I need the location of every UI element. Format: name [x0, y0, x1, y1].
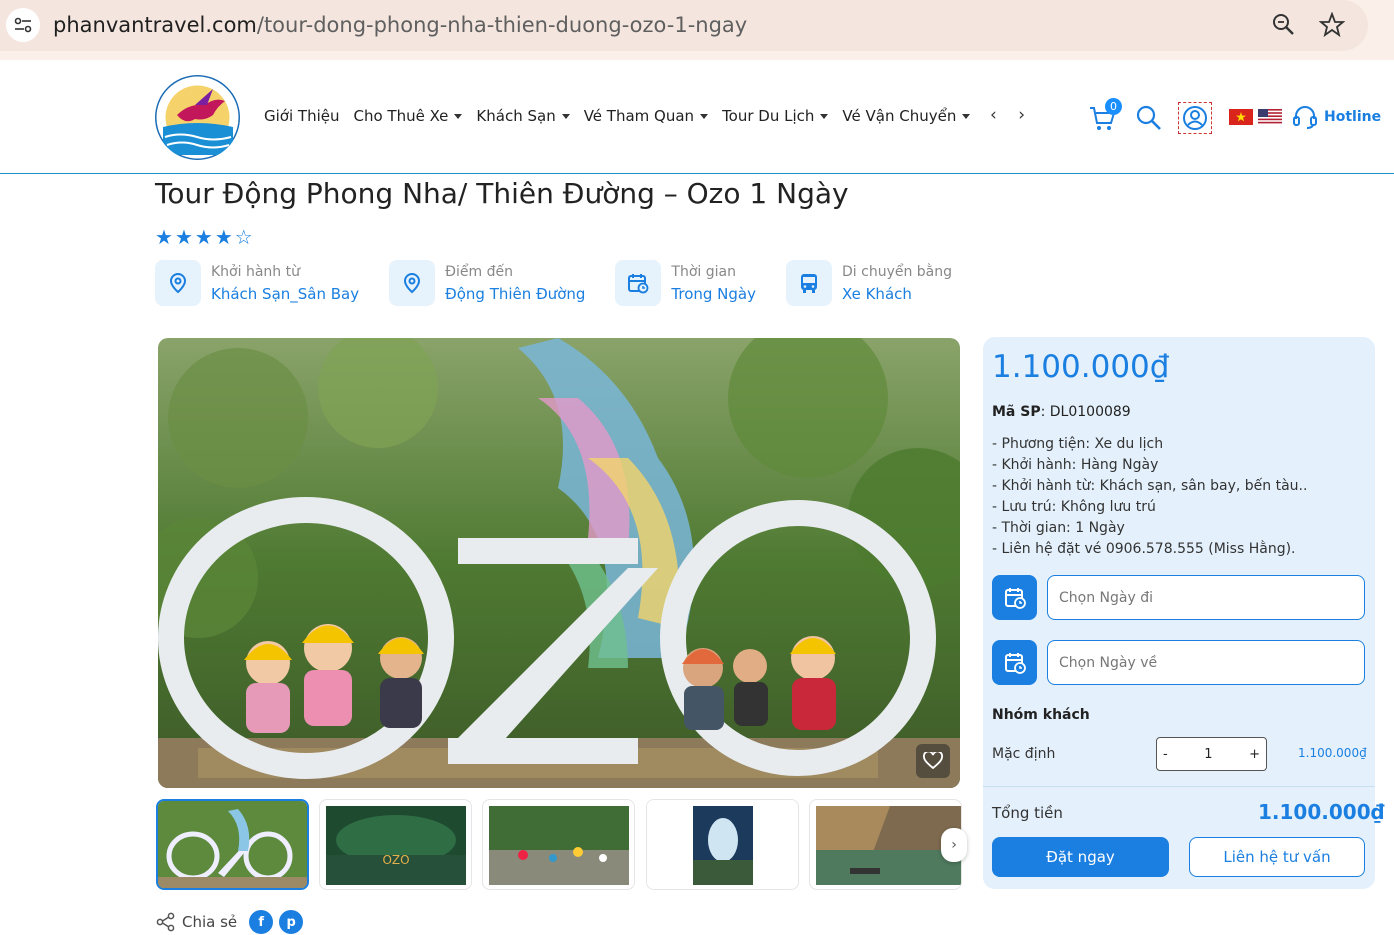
calendar-icon[interactable] — [992, 575, 1037, 620]
book-now-button[interactable]: Đặt ngay — [992, 837, 1169, 877]
guest-unit-price: 1.100.000₫ — [1298, 746, 1367, 760]
headset-icon — [1293, 106, 1317, 129]
quantity-stepper: - 1 + — [1156, 737, 1267, 771]
bookmark-star-icon[interactable] — [1319, 12, 1345, 38]
page-title: Tour Động Phong Nha/ Thiên Đường – Ozo 1… — [155, 177, 849, 210]
increment-button[interactable]: + — [1249, 747, 1260, 762]
info-departure: Khởi hành từ Khách Sạn_Sân Bay — [155, 260, 359, 306]
us-flag-icon[interactable] — [1258, 109, 1282, 125]
feature-item: - Liên hệ đặt vé 0906.578.555 (Miss Hằng… — [992, 541, 1296, 557]
caret-down-icon — [820, 113, 829, 119]
guest-group-title: Nhóm khách — [992, 707, 1090, 723]
info-value: Xe Khách — [842, 284, 912, 303]
caret-down-icon — [962, 113, 971, 119]
tour-price: 1.100.000₫ — [992, 349, 1170, 385]
nav-scroll-arrows[interactable]: ‹ › — [990, 105, 1033, 125]
calendar-clock-icon — [615, 260, 662, 306]
nav-item-ve-van-chuyen[interactable]: Vé Vận Chuyển — [842, 107, 971, 125]
info-destination: Điểm đến Động Thiên Đường — [389, 260, 585, 306]
quantity-value[interactable]: 1 — [1204, 747, 1212, 762]
caret-down-icon — [700, 113, 709, 119]
svg-text:OZO: OZO — [382, 853, 409, 867]
thumbnail-cave-water[interactable]: OZO — [319, 799, 472, 890]
zoom-icon[interactable] — [1271, 12, 1297, 38]
main-nav: Giới Thiệu Cho Thuê Xe Khách Sạn Vé Tham… — [264, 107, 984, 125]
star-filled-icon: ★ — [194, 225, 213, 249]
share-icon — [156, 912, 175, 932]
guest-type-label: Mặc định — [992, 746, 1056, 762]
nav-item-ve-tham-quan[interactable]: Vé Tham Quan — [584, 107, 709, 125]
info-value: Trong Ngày — [671, 284, 756, 303]
product-code: Mã SP: DL0100089 — [992, 404, 1131, 420]
user-icon — [1183, 106, 1207, 130]
site-settings-icon[interactable] — [6, 8, 40, 42]
thumbnail-river-boat[interactable] — [809, 799, 962, 890]
info-transport: Di chuyển bằng Xe Khách — [786, 260, 952, 306]
facebook-icon[interactable]: f — [249, 910, 274, 934]
feature-item: - Khởi hành từ: Khách sạn, sân bay, bến … — [992, 478, 1308, 494]
info-label: Điểm đến — [445, 263, 513, 280]
feature-item: - Thời gian: 1 Ngày — [992, 520, 1125, 536]
feature-list: - Phương tiện: Xe du lịch - Khởi hành: H… — [992, 434, 1307, 560]
star-filled-icon: ★ — [174, 225, 193, 249]
share-bar: Chia sẻ f p — [156, 910, 304, 934]
url-text[interactable]: phanvantravel.com/tour-dong-phong-nha-th… — [53, 13, 747, 37]
caret-down-icon — [454, 113, 463, 119]
feature-item: - Lưu trú: Không lưu trú — [992, 499, 1156, 515]
location-pin-icon — [389, 260, 436, 306]
vietnam-flag-icon[interactable] — [1229, 109, 1253, 125]
product-code-value: : DL0100089 — [1040, 404, 1131, 420]
address-bar[interactable]: phanvantravel.com/tour-dong-phong-nha-th… — [0, 0, 1368, 51]
info-value: Động Thiên Đường — [445, 284, 586, 303]
thumbnail-next-button[interactable]: › — [941, 828, 967, 862]
hotline-label: Hotline — [1324, 109, 1382, 125]
star-empty-icon: ☆ — [234, 225, 253, 249]
main-tour-photo[interactable] — [158, 338, 960, 788]
thumbnail-strip: OZO — [156, 799, 962, 890]
star-filled-icon: ★ — [155, 225, 173, 249]
browser-toolbar: phanvantravel.com/tour-dong-phong-nha-th… — [0, 0, 1394, 60]
contact-advice-button[interactable]: Liên hệ tư vấn — [1189, 837, 1365, 877]
product-code-label: Mã SP — [992, 404, 1041, 420]
pinterest-icon[interactable]: p — [279, 910, 304, 934]
departure-date-input[interactable] — [1047, 575, 1365, 620]
info-label: Khởi hành từ — [211, 263, 300, 280]
nav-item-cho-thue-xe[interactable]: Cho Thuê Xe — [353, 107, 463, 125]
panel-divider — [983, 786, 1375, 787]
star-filled-icon: ★ — [214, 225, 233, 249]
favorite-button[interactable] — [916, 744, 950, 778]
heart-icon — [923, 752, 943, 770]
company-logo[interactable] — [155, 75, 240, 160]
location-pin-icon — [155, 260, 201, 306]
rating-stars: ★ ★ ★ ★ ☆ — [155, 225, 253, 249]
info-label: Di chuyển bằng — [842, 263, 953, 280]
caret-down-icon — [561, 113, 570, 119]
bus-icon — [786, 260, 832, 306]
total-label: Tổng tiền — [992, 804, 1063, 822]
cart-count-badge: 0 — [1105, 98, 1122, 115]
thumbnail-ozo-sign[interactable] — [156, 799, 309, 890]
total-value: 1.100.000₫ — [1258, 800, 1385, 824]
calendar-icon[interactable] — [992, 640, 1037, 685]
thumbnail-camp-site[interactable] — [482, 799, 635, 890]
nav-item-khach-san[interactable]: Khách Sạn — [476, 107, 570, 125]
info-value: Khách Sạn_Sân Bay — [211, 284, 360, 303]
search-icon[interactable] — [1136, 105, 1162, 131]
info-duration: Thời gian Trong Ngày — [615, 260, 756, 306]
chevron-right-icon: › — [951, 837, 957, 853]
tour-info-row: Khởi hành từ Khách Sạn_Sân Bay Điểm đến … — [155, 260, 982, 306]
decrement-button[interactable]: - — [1163, 747, 1168, 762]
nav-item-gioi-thieu[interactable]: Giới Thiệu — [264, 107, 339, 125]
info-label: Thời gian — [671, 263, 736, 280]
hotline-link[interactable]: Hotline — [1292, 104, 1381, 130]
feature-item: - Khởi hành: Hàng Ngày — [992, 457, 1159, 473]
thumbnail-cave-opening[interactable] — [646, 799, 799, 890]
feature-item: - Phương tiện: Xe du lịch — [992, 436, 1164, 452]
return-date-input[interactable] — [1047, 640, 1365, 685]
account-button[interactable] — [1178, 102, 1212, 134]
nav-item-tour-du-lich[interactable]: Tour Du Lịch — [722, 107, 829, 125]
share-label: Chia sẻ — [182, 913, 238, 931]
